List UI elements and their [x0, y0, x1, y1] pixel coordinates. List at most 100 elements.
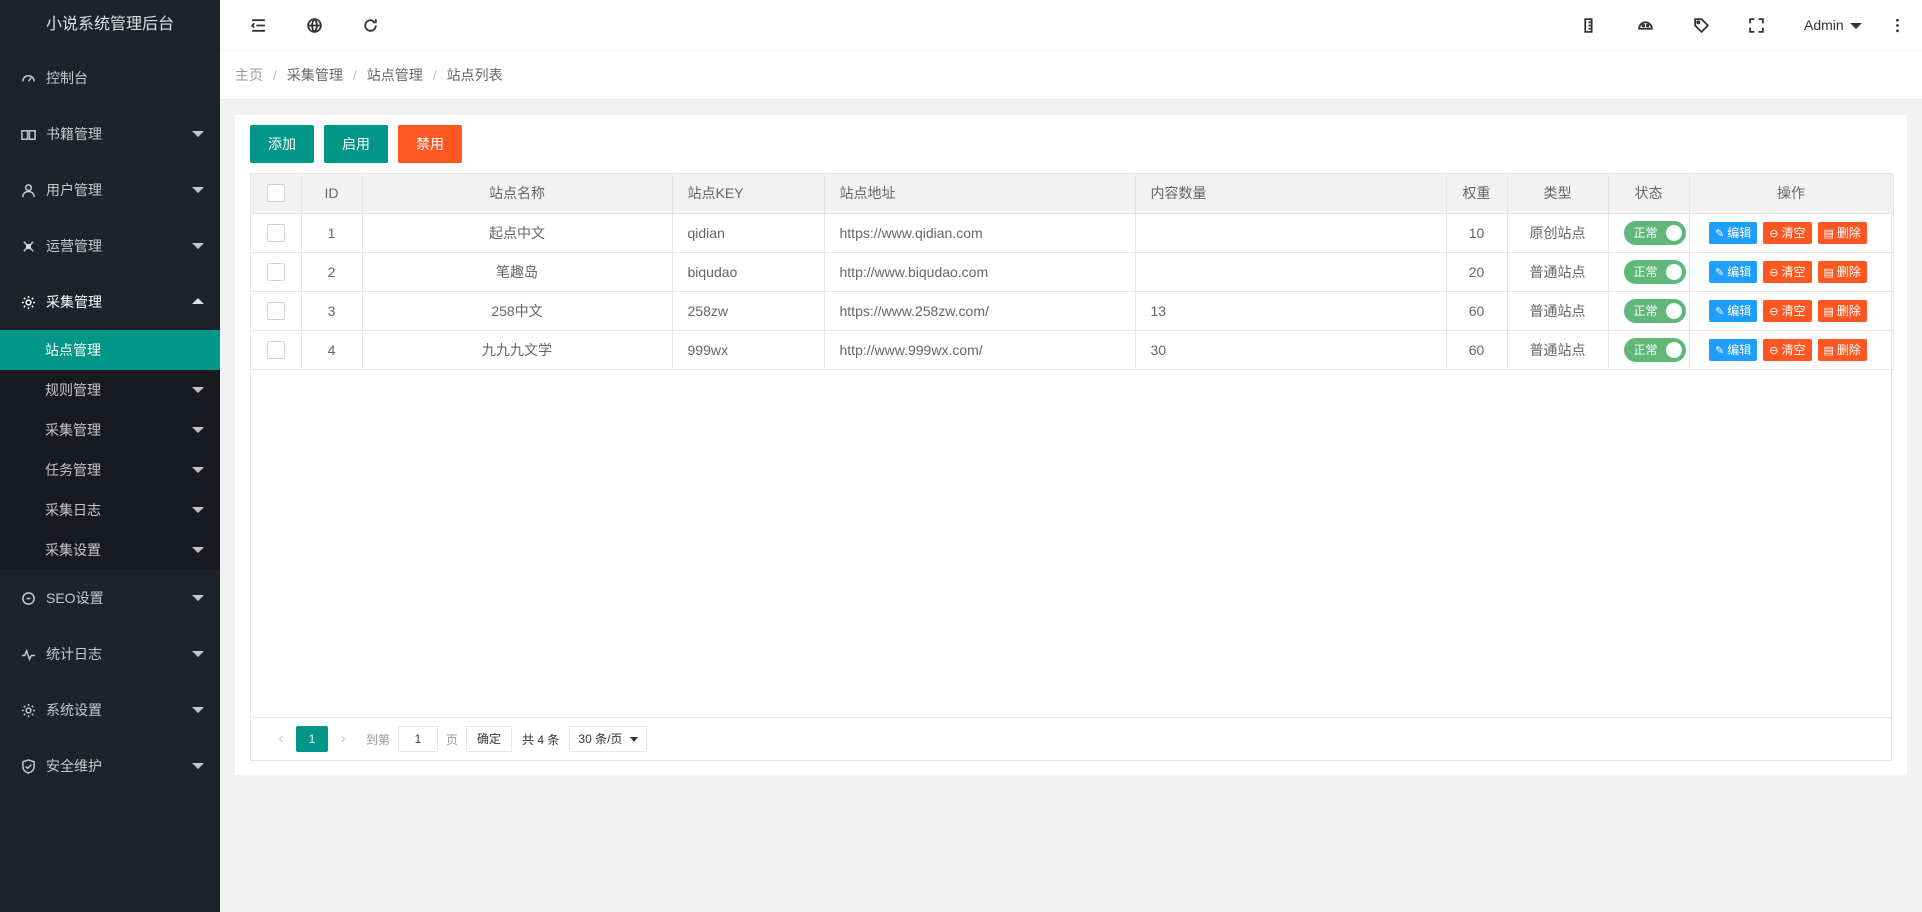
status-switch[interactable]: 正常: [1623, 298, 1686, 323]
gear-icon: [20, 294, 36, 310]
goto-page-input[interactable]: [398, 726, 439, 752]
chevron-down-icon: [192, 595, 204, 601]
cell-id: 4: [301, 330, 363, 370]
fullscreen-icon[interactable]: [1736, 0, 1776, 50]
status-switch[interactable]: 正常: [1623, 337, 1686, 362]
sidebar-item-label: 采集管理: [46, 294, 102, 310]
total-count: 共 4 条: [522, 732, 560, 747]
select-all-checkbox[interactable]: [266, 184, 285, 203]
sidebar-item-seo[interactable]: SEO设置: [0, 570, 220, 626]
row-checkbox[interactable]: [266, 262, 285, 281]
sidebar-item-books[interactable]: 书籍管理: [0, 106, 220, 162]
cell-actions: ✎ 编辑 ⊖ 清空 ▤ 删除: [1689, 252, 1894, 292]
chevron-down-icon: [192, 187, 204, 193]
caret-down-icon: [1849, 23, 1862, 30]
chevron-down-icon: [192, 763, 204, 769]
clear-button[interactable]: ⊖ 清空: [1763, 338, 1812, 361]
sidebar-item-label: 控制台: [46, 70, 88, 86]
row-checkbox[interactable]: [266, 301, 285, 320]
status-switch[interactable]: 正常: [1623, 220, 1686, 245]
delete-button[interactable]: ▤ 删除: [1817, 338, 1867, 361]
sidebar-item-collect[interactable]: 采集管理: [0, 274, 220, 330]
row-checkbox[interactable]: [266, 223, 285, 242]
breadcrumb-item[interactable]: 站点管理: [367, 65, 423, 85]
prev-page-icon[interactable]: ‹: [266, 726, 296, 752]
cell-type: 普通站点: [1507, 291, 1609, 331]
cell-count: 13: [1135, 291, 1447, 331]
cell-url: http://www.biqudao.com: [824, 252, 1136, 292]
book-icon: [20, 126, 36, 142]
delete-label: 删除: [1836, 303, 1861, 318]
column-header: 站点地址: [824, 174, 1136, 214]
column-header: 站点名称: [362, 174, 673, 214]
submenu-item-collect-log[interactable]: 采集日志: [0, 490, 220, 530]
collect-submenu: 站点管理 规则管理 采集管理 任务管理 采集日志 采集设置: [0, 330, 220, 570]
goto-prefix: 到第: [366, 732, 391, 747]
sidebar-item-dashboard[interactable]: 控制台: [0, 50, 220, 106]
page-size-select[interactable]: 30 条/页: [569, 726, 648, 752]
trash-icon: ▤: [1823, 344, 1834, 357]
cell-type: 普通站点: [1507, 252, 1609, 292]
row-checkbox[interactable]: [266, 340, 285, 359]
cell-status: 正常: [1608, 330, 1690, 370]
submenu-item-label: 采集日志: [45, 502, 101, 518]
submenu-item-collect-manage[interactable]: 采集管理: [0, 410, 220, 450]
column-header: 权重: [1446, 174, 1508, 214]
cell-id: 1: [301, 213, 363, 253]
submenu-item-site-manage[interactable]: 站点管理: [0, 330, 220, 370]
edit-button[interactable]: ✎ 编辑: [1709, 260, 1758, 283]
next-page-icon[interactable]: ›: [328, 726, 358, 752]
sidebar-item-operations[interactable]: 运营管理: [0, 218, 220, 274]
delete-button[interactable]: ▤ 删除: [1817, 260, 1867, 283]
goto-confirm-button[interactable]: 确定: [466, 726, 513, 752]
status-switch-label: 正常: [1633, 342, 1658, 357]
cell-status: 正常: [1608, 252, 1690, 292]
current-page[interactable]: 1: [296, 726, 328, 752]
pencil-icon: ✎: [1715, 266, 1725, 279]
sidebar-item-users[interactable]: 用户管理: [0, 162, 220, 218]
more-icon[interactable]: [1882, 0, 1912, 50]
trash-icon: ▤: [1823, 227, 1834, 240]
clear-button[interactable]: ⊖ 清空: [1763, 299, 1812, 322]
clear-button[interactable]: ⊖ 清空: [1763, 221, 1812, 244]
delete-button[interactable]: ▤ 删除: [1817, 299, 1867, 322]
sidebar-item-stats[interactable]: 统计日志: [0, 626, 220, 682]
status-switch[interactable]: 正常: [1623, 259, 1686, 284]
column-header: 内容数量: [1135, 174, 1447, 214]
clear-button[interactable]: ⊖ 清空: [1763, 260, 1812, 283]
disable-button[interactable]: 禁用: [398, 125, 462, 163]
user-icon: [20, 182, 36, 198]
sidebar-item-system[interactable]: 系统设置: [0, 682, 220, 738]
breadcrumb-item[interactable]: 采集管理: [287, 65, 343, 85]
sidebar-item-security[interactable]: 安全维护: [0, 738, 220, 794]
submenu-item-rule-manage[interactable]: 规则管理: [0, 370, 220, 410]
row-select-cell: [251, 213, 302, 253]
edit-label: 编辑: [1727, 264, 1752, 279]
tag-icon[interactable]: [1681, 0, 1721, 50]
note-icon[interactable]: [1569, 0, 1609, 50]
edit-button[interactable]: ✎ 编辑: [1709, 338, 1758, 361]
edit-button[interactable]: ✎ 编辑: [1709, 221, 1758, 244]
theme-icon[interactable]: [1625, 0, 1665, 50]
user-menu[interactable]: Admin: [1804, 0, 1862, 50]
operations-icon: [20, 238, 36, 254]
cell-status: 正常: [1608, 291, 1690, 331]
cell-weight: 60: [1446, 330, 1508, 370]
sidebar-item-label: 运营管理: [46, 238, 102, 254]
edit-button[interactable]: ✎ 编辑: [1709, 299, 1758, 322]
cell-id: 3: [301, 291, 363, 331]
column-header: 状态: [1608, 174, 1690, 214]
chevron-down-icon: [192, 547, 204, 553]
collapse-menu-icon[interactable]: [238, 0, 278, 50]
refresh-icon[interactable]: [350, 0, 390, 50]
chevron-down-icon: [192, 243, 204, 249]
chevron-up-icon: [192, 298, 204, 304]
delete-button[interactable]: ▤ 删除: [1817, 221, 1867, 244]
submenu-item-task-manage[interactable]: 任务管理: [0, 450, 220, 490]
breadcrumb-home[interactable]: 主页: [235, 65, 263, 85]
add-button[interactable]: 添加: [250, 125, 314, 163]
enable-button[interactable]: 启用: [324, 125, 388, 163]
globe-icon[interactable]: [294, 0, 334, 50]
submenu-item-collect-settings[interactable]: 采集设置: [0, 530, 220, 570]
dashboard-icon: [20, 70, 36, 86]
